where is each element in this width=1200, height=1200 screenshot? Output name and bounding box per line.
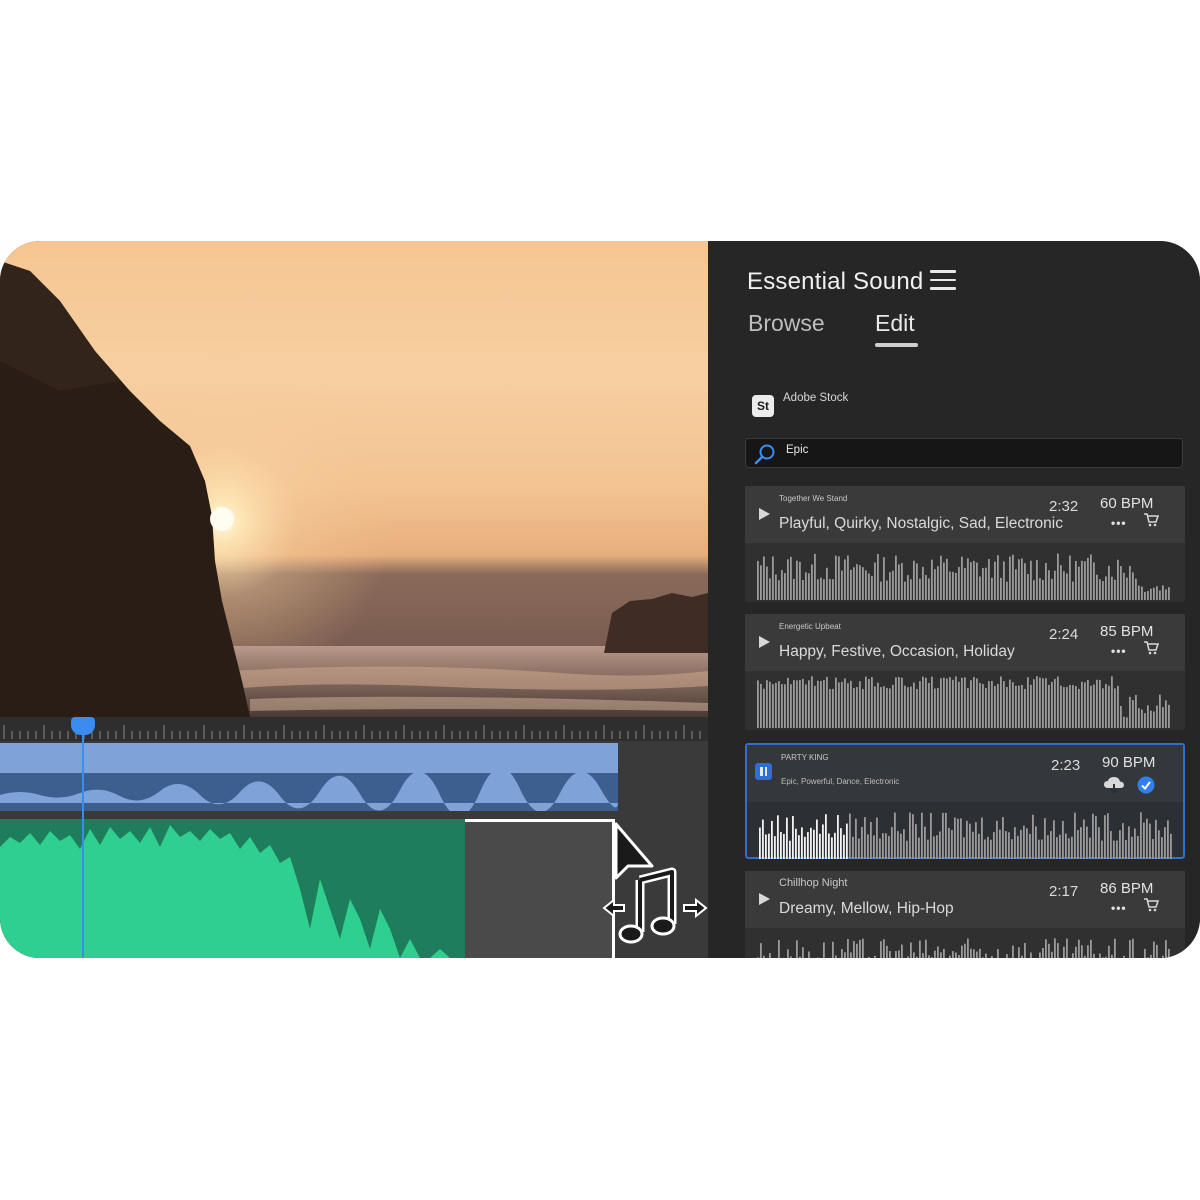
drag-music-cursor-icon: [602, 822, 708, 944]
audio-clip[interactable]: [0, 767, 619, 817]
tab-browse[interactable]: Browse: [748, 310, 825, 337]
search-icon[interactable]: [754, 443, 776, 465]
track-waveform: [757, 553, 1170, 600]
track-title: Chillhop Night: [779, 877, 848, 889]
track-card[interactable]: Together We Stand Playful, Quirky, Nosta…: [745, 486, 1185, 602]
essential-sound-panel: Essential Sound Browse Edit St Adobe Sto…: [708, 241, 1200, 958]
timeline-ruler[interactable]: [0, 717, 708, 741]
pause-icon[interactable]: [755, 763, 772, 780]
playhead-handle[interactable]: [71, 717, 95, 735]
track-waveform: [759, 812, 1172, 859]
music-waveform: [0, 825, 465, 958]
source-label: Adobe Stock: [783, 392, 849, 404]
track-title: PARTY KING: [781, 753, 829, 762]
active-tab-indicator: [875, 343, 918, 347]
track-tags: Dreamy, Mellow, Hip-Hop: [779, 900, 954, 917]
search-input[interactable]: [786, 444, 1166, 456]
track-duration: 2:24: [1049, 626, 1079, 643]
track-bpm: 60 BPM: [1100, 495, 1154, 512]
track-bpm: 85 BPM: [1100, 623, 1154, 640]
track-tags: Epic, Powerful, Dance, Electronic: [781, 777, 900, 786]
cart-icon[interactable]: [1143, 641, 1159, 655]
track-card[interactable]: Energetic Upbeat Happy, Festive, Occasio…: [745, 614, 1185, 730]
sunset-frame: [0, 241, 708, 717]
track-bpm: 86 BPM: [1100, 880, 1154, 897]
track-card-selected[interactable]: PARTY KING Epic, Powerful, Dance, Electr…: [745, 743, 1185, 859]
track-tags: Playful, Quirky, Nostalgic, Sad, Electro…: [779, 515, 1063, 532]
track-duration: 2:32: [1049, 498, 1079, 515]
more-icon[interactable]: •••: [1111, 516, 1127, 530]
search-bar[interactable]: [745, 438, 1183, 468]
panel-title: Essential Sound: [747, 268, 924, 295]
more-icon[interactable]: •••: [1111, 901, 1127, 915]
cart-icon[interactable]: [1143, 513, 1159, 527]
tab-edit[interactable]: Edit: [875, 310, 915, 337]
check-circle-icon: [1137, 776, 1155, 794]
track-duration: 2:17: [1049, 883, 1079, 900]
play-icon[interactable]: [757, 507, 771, 521]
track-waveform: [757, 676, 1170, 728]
drop-target[interactable]: [465, 819, 615, 958]
music-track-clip[interactable]: [0, 819, 465, 958]
audio-waveform: [0, 767, 619, 817]
adobe-stock-logo: St: [752, 395, 774, 417]
video-preview: [0, 241, 708, 717]
track-card[interactable]: Chillhop Night Dreamy, Mellow, Hip-Hop 2…: [745, 871, 1185, 958]
video-clip[interactable]: [0, 743, 618, 773]
play-icon[interactable]: [757, 635, 771, 649]
cloud-download-icon[interactable]: [1103, 776, 1125, 794]
track-waveform: [757, 938, 1170, 958]
track-title: Energetic Upbeat: [779, 622, 841, 631]
cart-icon[interactable]: [1143, 898, 1159, 912]
playhead-line: [82, 717, 84, 958]
more-icon[interactable]: •••: [1111, 644, 1127, 658]
hamburger-menu-icon[interactable]: [930, 270, 956, 290]
track-title: Together We Stand: [779, 494, 848, 503]
track-duration: 2:23: [1051, 757, 1081, 774]
track-tags: Happy, Festive, Occasion, Holiday: [779, 643, 1015, 660]
play-icon[interactable]: [757, 892, 771, 906]
track-bpm: 90 BPM: [1102, 754, 1156, 771]
